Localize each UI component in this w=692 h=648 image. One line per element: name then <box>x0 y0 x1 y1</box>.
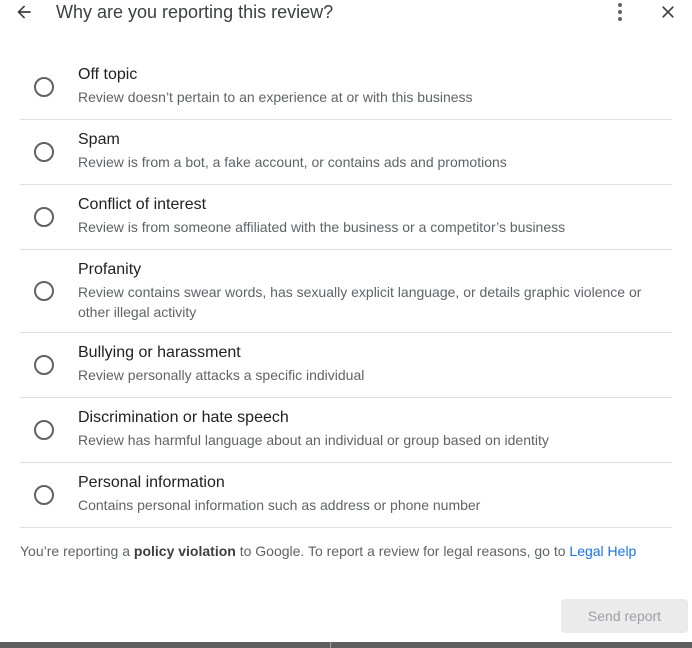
option-discrimination-or-hate-speech[interactable]: Discrimination or hate speech Review has… <box>20 398 672 463</box>
send-report-button[interactable]: Send report <box>561 599 688 633</box>
option-description: Review is from someone affiliated with t… <box>78 219 566 235</box>
option-title: Profanity <box>78 261 142 278</box>
more-options-button[interactable] <box>608 0 632 24</box>
dialog-header: Why are you reporting this review? <box>0 0 692 24</box>
footnote-prefix: You’re reporting a <box>20 543 134 559</box>
radio-button[interactable] <box>34 77 54 97</box>
option-spam[interactable]: Spam Review is from a bot, a fake accoun… <box>20 120 672 185</box>
option-profanity[interactable]: Profanity Review contains swear words, h… <box>20 250 672 333</box>
option-title: Bullying or harassment <box>78 344 241 361</box>
option-description: Review is from a bot, a fake account, or… <box>78 154 507 170</box>
option-off-topic[interactable]: Off topic Review doesn’t pertain to an e… <box>20 55 672 120</box>
close-icon <box>662 6 674 18</box>
more-vert-icon <box>618 3 622 21</box>
page-title: Why are you reporting this review? <box>56 2 334 22</box>
bottom-bar <box>0 642 692 648</box>
option-personal-information[interactable]: Personal information Contains personal i… <box>20 463 672 528</box>
option-title: Discrimination or hate speech <box>78 409 289 426</box>
option-description: Contains personal information such as ad… <box>78 497 481 513</box>
close-button[interactable] <box>656 0 680 24</box>
radio-button[interactable] <box>34 142 54 162</box>
option-description: Review has harmful language about an ind… <box>78 432 549 448</box>
option-bullying-or-harassment[interactable]: Bullying or harassment Review personally… <box>20 333 672 398</box>
option-title: Personal information <box>78 474 225 491</box>
radio-button[interactable] <box>34 281 54 301</box>
arrow-back-icon <box>17 5 31 19</box>
radio-button[interactable] <box>34 207 54 227</box>
option-description: Review personally attacks a specific ind… <box>78 367 365 383</box>
option-title: Off topic <box>78 66 138 83</box>
option-description: Review contains swear words, has sexuall… <box>78 284 642 320</box>
policy-footnote: You’re reporting a policy violation to G… <box>20 542 636 560</box>
footnote-middle: to Google. To report a review for legal … <box>235 543 570 559</box>
radio-button[interactable] <box>34 420 54 440</box>
back-button[interactable] <box>12 0 36 24</box>
bottom-bar-divider <box>330 642 331 648</box>
footnote-bold: policy violation <box>133 543 236 559</box>
radio-button[interactable] <box>34 355 54 375</box>
option-title: Conflict of interest <box>78 196 207 213</box>
report-reason-list: Off topic Review doesn’t pertain to an e… <box>20 55 672 528</box>
option-conflict-of-interest[interactable]: Conflict of interest Review is from some… <box>20 185 672 250</box>
radio-button[interactable] <box>34 485 54 505</box>
legal-help-link[interactable]: Legal Help <box>569 543 636 559</box>
option-title: Spam <box>78 131 120 148</box>
option-description: Review doesn’t pertain to an experience … <box>78 89 473 105</box>
